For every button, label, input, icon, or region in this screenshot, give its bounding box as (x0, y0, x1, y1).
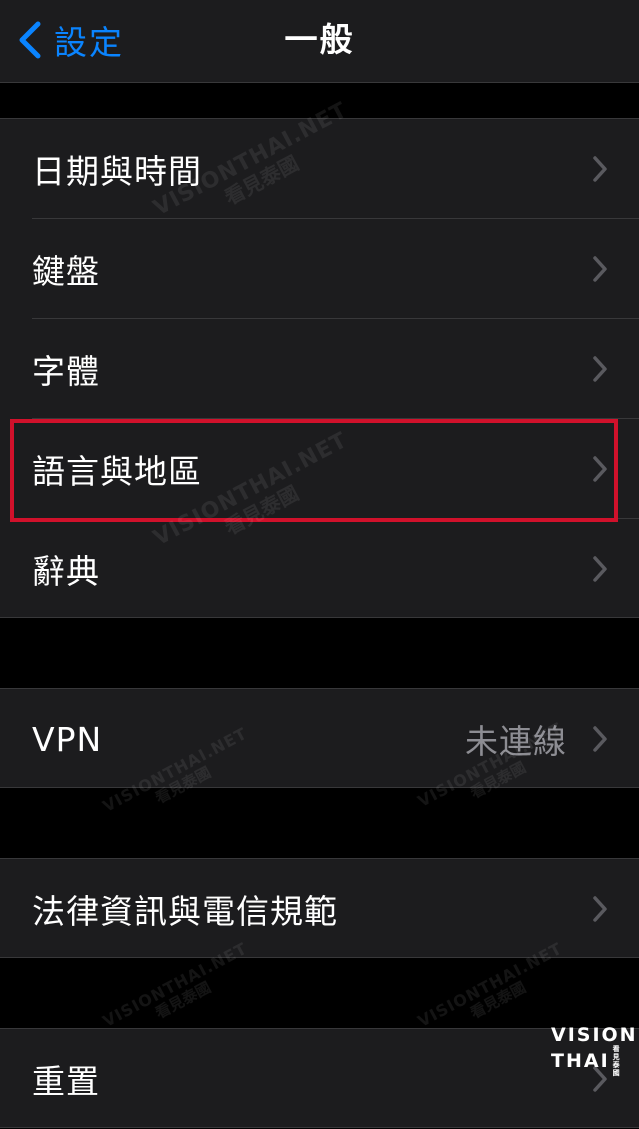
row-vpn[interactable]: VPN 未連線 (0, 689, 639, 789)
settings-group-vpn: VPN 未連線 (0, 688, 639, 788)
row-dictionary[interactable]: 辭典 (0, 519, 639, 619)
chevron-right-icon (593, 896, 607, 922)
settings-group-reset: 重置 (0, 1028, 639, 1128)
chevron-right-icon (593, 456, 607, 482)
row-keyboard[interactable]: 鍵盤 (0, 219, 639, 319)
row-legal-regulatory[interactable]: 法律資訊與電信規範 (0, 859, 639, 959)
row-label: 法律資訊與電信規範 (32, 892, 338, 931)
chevron-right-icon (593, 156, 607, 182)
row-label: 日期與時間 (32, 152, 202, 191)
chevron-right-icon (593, 726, 607, 752)
row-label: VPN (32, 719, 103, 759)
row-fonts[interactable]: 字體 (0, 319, 639, 419)
chevron-right-icon (593, 256, 607, 282)
chevron-right-icon (593, 1066, 607, 1092)
row-label: 語言與地區 (32, 452, 202, 491)
row-label: 重置 (32, 1062, 100, 1101)
row-label: 辭典 (32, 552, 100, 591)
row-language-region[interactable]: 語言與地區 (0, 419, 639, 519)
navigation-bar: 設定 一般 (0, 0, 639, 83)
page-title: 一般 (284, 20, 355, 59)
settings-group-legal: 法律資訊與電信規範 (0, 858, 639, 958)
settings-group-general: 日期與時間 鍵盤 字體 語言與地區 辭典 (0, 118, 639, 618)
chevron-right-icon (593, 556, 607, 582)
row-date-time[interactable]: 日期與時間 (0, 119, 639, 219)
vpn-status-value: 未連線 (465, 722, 567, 761)
row-label: 鍵盤 (32, 252, 100, 291)
chevron-right-icon (593, 356, 607, 382)
row-reset[interactable]: 重置 (0, 1029, 639, 1129)
row-label: 字體 (32, 352, 100, 391)
